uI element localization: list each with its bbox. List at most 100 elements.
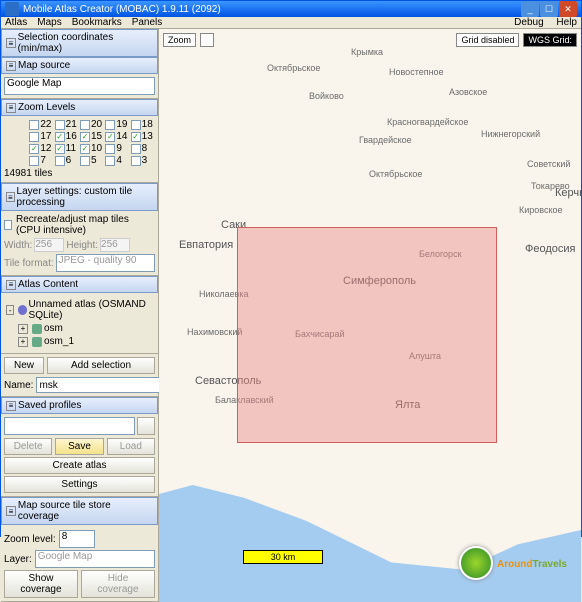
zoom-checkbox-17[interactable]: 17 bbox=[29, 131, 53, 142]
menu-debug[interactable]: Debug bbox=[514, 17, 543, 28]
map-place-label: Гвардейское bbox=[359, 135, 412, 145]
zoom-checkbox-4[interactable]: 4 bbox=[105, 155, 129, 166]
zoom-grid: 2221201918 17✓16✓15✓14✓13 ✓12✓11✓1098 76543 bbox=[4, 119, 155, 166]
tile-count: 14981 tiles bbox=[4, 168, 155, 179]
minimize-button[interactable]: _ bbox=[521, 1, 539, 17]
name-input[interactable] bbox=[36, 377, 172, 393]
format-select: JPEG - quality 90 bbox=[56, 254, 155, 272]
atlas-tree[interactable]: -Unnamed atlas (OSMAND SQLite) +osm +osm… bbox=[4, 296, 155, 350]
zoom-checkbox-19[interactable]: 19 bbox=[105, 119, 129, 130]
mapsource-select[interactable]: Google Map bbox=[4, 77, 155, 95]
zoom-checkbox-12[interactable]: ✓12 bbox=[29, 143, 53, 154]
height-input: 256 bbox=[100, 238, 130, 252]
globe-icon bbox=[459, 546, 493, 580]
zoom-checkbox-11[interactable]: ✓11 bbox=[55, 143, 79, 154]
profiles-header[interactable]: ≡ Saved profiles bbox=[1, 397, 158, 414]
collapse-icon[interactable]: ≡ bbox=[6, 280, 16, 290]
profile-select[interactable] bbox=[4, 417, 135, 435]
collapse-icon[interactable]: ≡ bbox=[6, 192, 15, 202]
map-place-label: Феодосия bbox=[525, 243, 576, 255]
menu-atlas[interactable]: Atlas bbox=[5, 17, 27, 28]
recreate-label: Recreate/adjust map tiles (CPU intensive… bbox=[16, 214, 155, 236]
zoom-checkbox-7[interactable]: 7 bbox=[29, 155, 53, 166]
zoom-checkbox-14[interactable]: ✓14 bbox=[105, 131, 129, 142]
close-button[interactable]: ✕ bbox=[559, 1, 577, 17]
menu-help[interactable]: Help bbox=[556, 17, 577, 28]
collapse-icon[interactable]: ≡ bbox=[6, 61, 16, 71]
expand-icon[interactable]: - bbox=[6, 305, 14, 315]
coverage-layer-select: Google Map bbox=[35, 550, 155, 568]
zoom-checkbox-6[interactable]: 6 bbox=[55, 155, 79, 166]
load-button: Load bbox=[107, 438, 155, 455]
width-input: 256 bbox=[34, 238, 64, 252]
save-button[interactable]: Save bbox=[55, 438, 103, 455]
profile-save-icon[interactable] bbox=[137, 417, 155, 435]
atlas-header[interactable]: ≡ Atlas Content bbox=[1, 276, 158, 293]
watermark-logo: AroundTravels bbox=[459, 546, 567, 580]
recreate-checkbox[interactable] bbox=[4, 220, 12, 230]
zoom-checkbox-22[interactable]: 22 bbox=[29, 119, 53, 130]
coverage-zoom-select[interactable]: 8 bbox=[59, 530, 95, 548]
menu-panels[interactable]: Panels bbox=[132, 17, 163, 28]
zoom-checkbox-13[interactable]: ✓13 bbox=[131, 131, 155, 142]
map-place-label: Крымка bbox=[351, 47, 383, 57]
map-selection-rect[interactable] bbox=[237, 227, 497, 443]
scale-bar: 30 km bbox=[243, 550, 323, 564]
hide-coverage-button: Hide coverage bbox=[81, 570, 155, 598]
map-viewport[interactable]: Zoom Grid disabled WGS Grid: Крымка Октяб… bbox=[159, 29, 581, 602]
map-place-label: Войково bbox=[309, 91, 344, 101]
app-icon bbox=[5, 2, 19, 16]
collapse-icon[interactable]: ≡ bbox=[6, 103, 16, 113]
delete-button: Delete bbox=[4, 438, 52, 455]
atlas-root-icon bbox=[18, 305, 26, 315]
grid-disabled-badge[interactable]: Grid disabled bbox=[456, 33, 519, 47]
zoom-checkbox-8[interactable]: 8 bbox=[131, 143, 155, 154]
zoom-checkbox-16[interactable]: ✓16 bbox=[55, 131, 79, 142]
layer-icon bbox=[32, 324, 42, 334]
maximize-button[interactable]: ☐ bbox=[540, 1, 558, 17]
show-coverage-button[interactable]: Show coverage bbox=[4, 570, 78, 598]
map-place-label: Токарево bbox=[531, 181, 570, 191]
settings-button[interactable]: Settings bbox=[4, 476, 155, 493]
window-title: Mobile Atlas Creator (MOBAC) 1.9.11 (209… bbox=[23, 4, 221, 15]
layer-header[interactable]: ≡ Layer settings: custom tile processing bbox=[1, 183, 158, 211]
map-options-icon[interactable] bbox=[200, 33, 214, 47]
menubar: Atlas Maps Bookmarks Panels Debug Help bbox=[1, 17, 581, 29]
wgs-grid-badge[interactable]: WGS Grid: bbox=[523, 33, 577, 47]
zoom-checkbox-5[interactable]: 5 bbox=[80, 155, 104, 166]
expand-icon[interactable]: + bbox=[18, 324, 28, 334]
zoom-dropdown[interactable]: Zoom bbox=[163, 33, 196, 47]
collapse-icon[interactable]: ≡ bbox=[6, 506, 16, 516]
expand-icon[interactable]: + bbox=[18, 337, 28, 347]
titlebar[interactable]: Mobile Atlas Creator (MOBAC) 1.9.11 (209… bbox=[1, 1, 581, 17]
map-place-label: Красногвардейское bbox=[387, 117, 468, 127]
mapsource-header[interactable]: ≡ Map source bbox=[1, 57, 158, 74]
map-place-label: Азовское bbox=[449, 87, 487, 97]
create-atlas-button[interactable]: Create atlas bbox=[4, 457, 155, 474]
zoom-checkbox-10[interactable]: ✓10 bbox=[80, 143, 104, 154]
new-button[interactable]: New bbox=[4, 357, 44, 374]
selection-panel-header[interactable]: ≡ Selection coordinates (min/max) bbox=[1, 29, 158, 57]
coverage-header[interactable]: ≡ Map source tile store coverage bbox=[1, 497, 158, 525]
map-place-label: Кировское bbox=[519, 205, 563, 215]
zoom-checkbox-20[interactable]: 20 bbox=[80, 119, 104, 130]
zoom-checkbox-15[interactable]: ✓15 bbox=[80, 131, 104, 142]
collapse-icon[interactable]: ≡ bbox=[6, 38, 16, 48]
map-place-label: Нахимовский bbox=[187, 327, 242, 337]
zoom-checkbox-3[interactable]: 3 bbox=[131, 155, 155, 166]
zoom-header[interactable]: ≡ Zoom Levels bbox=[1, 99, 158, 116]
zoom-checkbox-21[interactable]: 21 bbox=[55, 119, 79, 130]
sidebar: ≡ Selection coordinates (min/max) ≡ Map … bbox=[1, 29, 159, 602]
map-place-label: Октябрьское bbox=[267, 63, 320, 73]
map-place-label: Октябрьское bbox=[369, 169, 422, 179]
add-selection-button[interactable]: Add selection bbox=[47, 357, 155, 374]
map-place-label: Новостепное bbox=[389, 67, 444, 77]
zoom-checkbox-9[interactable]: 9 bbox=[105, 143, 129, 154]
map-place-label: Евпатория bbox=[179, 239, 233, 251]
map-place-label: Нижнегорский bbox=[481, 129, 540, 139]
layer-icon bbox=[32, 337, 42, 347]
collapse-icon[interactable]: ≡ bbox=[6, 401, 16, 411]
menu-maps[interactable]: Maps bbox=[37, 17, 61, 28]
zoom-checkbox-18[interactable]: 18 bbox=[131, 119, 155, 130]
menu-bookmarks[interactable]: Bookmarks bbox=[72, 17, 122, 28]
